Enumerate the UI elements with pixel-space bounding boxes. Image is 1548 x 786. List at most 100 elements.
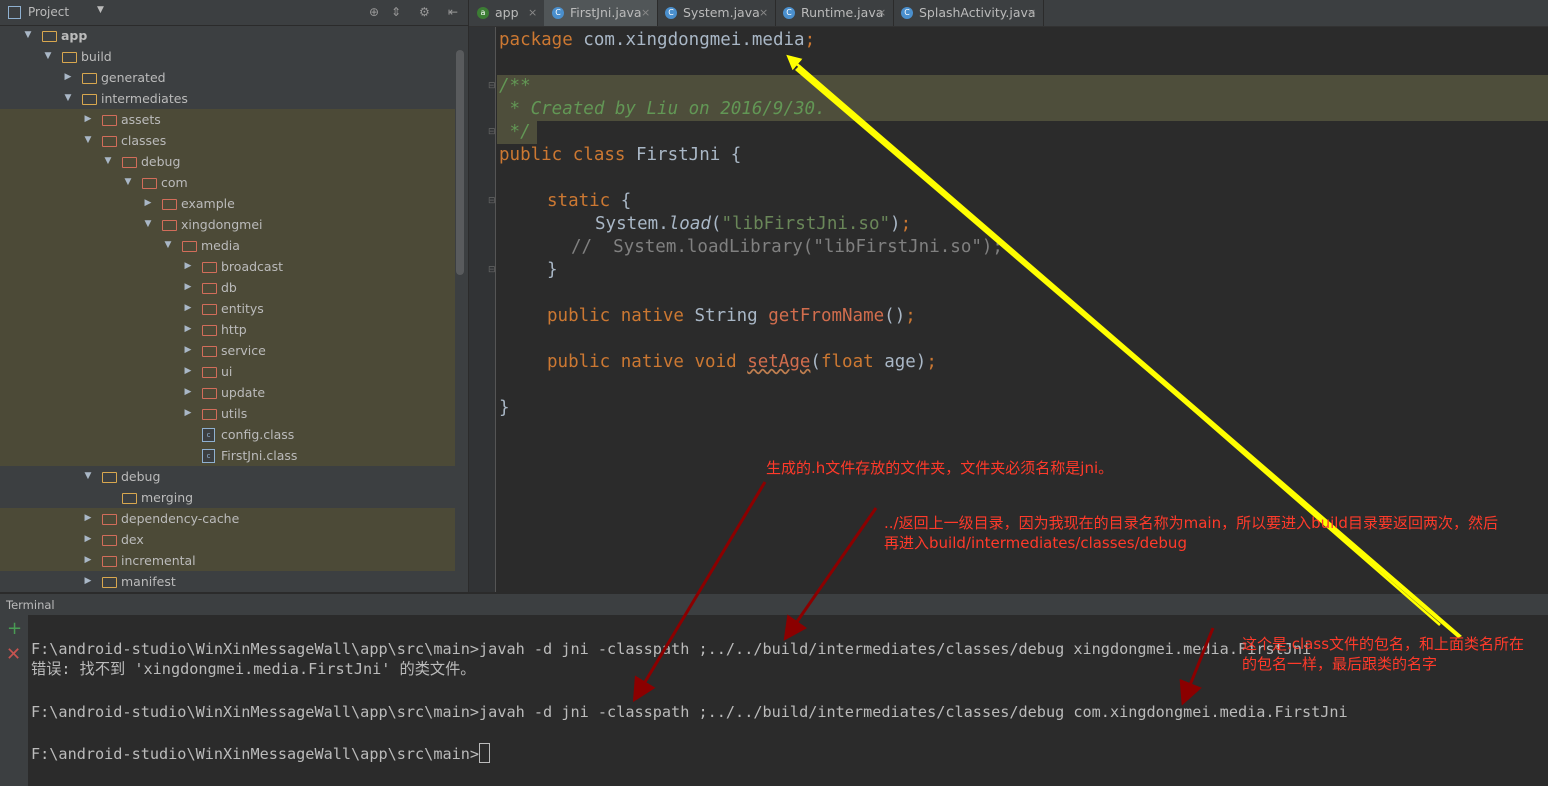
tab-label: SplashActivity.java [919,5,1036,20]
expand-arrow-icon[interactable]: ▼ [82,466,94,487]
tree-item[interactable]: ▶ generated [0,67,455,88]
tree-item[interactable]: ▼ app [0,25,455,46]
tree-item-label: http [221,322,247,337]
collapse-arrow-icon[interactable]: ▶ [62,67,74,88]
tab-firstjni-java[interactable]: C FirstJni.java × [544,0,658,26]
tab-runtime-java[interactable]: C Runtime.java × [775,0,894,26]
fold-icon[interactable]: ⊟ [488,265,496,275]
project-view-selector[interactable]: Project [28,5,69,19]
tab-system-java[interactable]: C System.java × [657,0,776,26]
close-icon[interactable]: × [759,0,768,26]
expand-arrow-icon[interactable]: ▼ [42,46,54,67]
code-line-class-end[interactable]: } [499,397,510,420]
expand-arrow-icon[interactable]: ▼ [162,235,174,256]
expand-arrow-icon[interactable]: ▼ [142,214,154,235]
collapse-arrow-icon[interactable]: ▶ [82,550,94,571]
code-line-class[interactable]: public class FirstJni { [499,144,741,167]
chevron-down-icon[interactable]: ▼ [97,5,104,15]
tree-item[interactable]: ▶ service [0,340,455,361]
tree-item[interactable]: ▶ utils [0,403,455,424]
fold-icon[interactable]: ⊟ [488,196,496,206]
tree-item[interactable]: ▶ dependency-cache [0,508,455,529]
expand-arrow-icon[interactable]: ▼ [122,172,134,193]
close-icon[interactable]: × [1027,0,1036,26]
collapse-arrow-icon[interactable]: ▶ [182,340,194,361]
annotation-note-path-line1: ../返回上一级目录，因为我现在的目录名称为main，所以要进入build目录要… [884,514,1498,532]
tree-item[interactable]: ▶ update [0,382,455,403]
tree-item[interactable]: ▼ com [0,172,455,193]
collapse-arrow-icon[interactable]: ▶ [82,571,94,592]
code-line-static-end[interactable]: } [547,259,558,282]
collapse-arrow-icon[interactable]: ▶ [182,298,194,319]
expand-arrow-icon[interactable]: ▼ [82,130,94,151]
code-line-comment[interactable]: */ [499,121,531,144]
tree-item[interactable]: ▶ ui [0,361,455,382]
tree-item[interactable]: ▼ debug [0,466,455,487]
tree-item[interactable]: ▼ build [0,46,455,67]
fold-icon[interactable]: ⊟ [488,127,496,137]
new-session-icon[interactable]: + [7,618,22,639]
collapse-arrow-icon[interactable]: ▶ [182,361,194,382]
tree-item[interactable]: ▼ debug [0,151,455,172]
code-line-package[interactable]: package com.xingdongmei.media; [499,29,815,52]
tree-item[interactable]: ▶ incremental [0,550,455,571]
collapse-arrow-icon[interactable]: ▶ [182,277,194,298]
tree-item[interactable]: ▶ broadcast [0,256,455,277]
close-icon[interactable]: × [877,0,886,26]
code-line-method-getfromname[interactable]: public native String getFromName(); [547,305,916,328]
target-icon[interactable]: ⊕ [369,5,379,19]
tree-item[interactable]: merging [0,487,455,508]
project-scrollbar[interactable] [456,50,464,275]
tree-item[interactable]: ▼ classes [0,130,455,151]
terminal-line: F:\android-studio\WinXinMessageWall\app\… [31,703,1348,721]
collapse-arrow-icon[interactable]: ▶ [182,319,194,340]
tree-item[interactable]: ▶ example [0,193,455,214]
tab-splashactivity-java[interactable]: C SplashActivity.java × [893,0,1044,26]
collapse-arrow-icon[interactable]: ▶ [182,256,194,277]
collapse-arrow-icon[interactable]: ▶ [82,529,94,550]
code-line-static[interactable]: static { [547,190,631,213]
code-line-comment[interactable]: /** [499,75,531,98]
tree-item[interactable]: ▼ xingdongmei [0,214,455,235]
tree-item[interactable]: ▶ http [0,319,455,340]
hide-panel-icon[interactable]: ⇤ [448,5,458,19]
gear-icon[interactable]: ⚙ [419,5,430,19]
expand-arrow-icon[interactable]: ▼ [102,151,114,172]
collapse-arrow-icon[interactable]: ▶ [182,403,194,424]
tree-item[interactable]: ▶ assets [0,109,455,130]
code-line-commented-load[interactable]: // System.loadLibrary("libFirstJni.so"); [571,236,1003,259]
tree-item[interactable]: ▶ manifest [0,571,455,592]
tree-item[interactable]: ▼ media [0,235,455,256]
expand-arrow-icon[interactable]: ▼ [22,25,34,46]
tree-item[interactable]: c FirstJni.class [0,445,455,466]
tree-item[interactable]: ▶ dex [0,529,455,550]
collapse-arrow-icon[interactable]: ▶ [182,382,194,403]
close-session-icon[interactable]: ✕ [6,644,21,665]
collapse-arrow-icon[interactable]: ▶ [82,109,94,130]
code-line-method-setage[interactable]: public native void setAge(float age); [547,351,937,374]
terminal-prompt-line[interactable]: F:\android-studio\WinXinMessageWall\app\… [31,743,491,763]
code-line-load[interactable]: System.load("libFirstJni.so"); [595,213,911,236]
folder-icon [82,94,97,105]
fold-icon[interactable]: ⊟ [488,81,496,91]
folder-icon [62,52,77,63]
tree-item-label: db [221,280,237,295]
collapse-all-icon[interactable]: ⇕ [391,5,401,19]
collapse-arrow-icon[interactable]: ▶ [142,193,154,214]
tree-item-label: entitys [221,301,264,316]
tab-app[interactable]: a app × [469,0,545,26]
tree-item[interactable]: ▶ db [0,277,455,298]
tree-item[interactable]: ▼ intermediates [0,88,455,109]
code-line-comment[interactable]: * Created by Liu on 2016/9/30. [499,98,826,121]
tree-item-label: dependency-cache [121,511,240,526]
expand-arrow-icon[interactable]: ▼ [62,88,74,109]
close-icon[interactable]: × [528,0,537,26]
collapse-arrow-icon[interactable]: ▶ [82,508,94,529]
tree-item[interactable]: ▶ entitys [0,298,455,319]
folder-icon [202,346,217,357]
close-icon[interactable]: × [641,0,650,26]
tree-item-label: intermediates [101,91,188,106]
class-icon: C [783,7,795,19]
tree-item[interactable]: c config.class [0,424,455,445]
folder-icon [202,367,217,378]
